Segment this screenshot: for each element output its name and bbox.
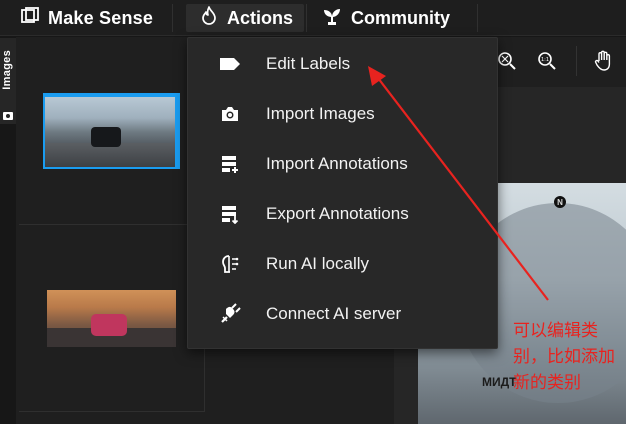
sprout-icon [322,6,342,31]
nav-community-label: Community [351,7,450,28]
divider [477,4,478,32]
nav-actions-label: Actions [227,7,294,28]
menu-item-label: Import Images [266,104,375,123]
menu-item-connect-ai-server[interactable]: Connect AI server [188,289,497,339]
annotation-note: 可以编辑类别，比如添加新的类别 [513,321,615,393]
images-tab-label: Images [1,50,13,90]
import-annotations-icon [218,152,242,176]
thumbnail-image [45,97,175,167]
divider [576,46,577,76]
nav-actions[interactable]: Actions [186,4,304,32]
actions-dropdown-menu: Edit Labels Import Images Import Annotat… [187,37,498,349]
brand-name: Make Sense [48,7,154,28]
hand-icon[interactable] [592,50,614,72]
photo-badge: N [554,196,566,208]
menu-item-import-images[interactable]: Import Images [188,89,497,139]
menu-item-label: Import Annotations [266,154,408,173]
thumbnail-car [91,127,121,147]
image-thumbnail[interactable] [47,290,176,347]
divider [172,4,173,32]
image-thumbnail-selected[interactable] [43,93,180,169]
menu-item-label: Edit Labels [266,54,351,73]
export-annotations-icon [218,202,242,226]
menu-item-label: Run AI locally [266,254,369,273]
tag-icon [218,52,242,76]
zoom-actual-label: 1:1 [541,57,549,63]
zoom-actual-icon[interactable]: 1:1 [536,50,558,72]
zoom-fit-icon[interactable] [496,50,518,72]
camera-icon [2,108,14,126]
plug-icon [218,302,242,326]
menu-item-label: Connect AI server [266,304,402,323]
camera-icon [218,102,242,126]
brand-logo-icon [20,6,40,31]
top-navigation-bar: Make Sense Actions Community [0,0,626,36]
menu-item-export-annotations[interactable]: Export Annotations [188,189,497,239]
brand[interactable]: Make Sense [20,6,153,30]
menu-item-import-annotations[interactable]: Import Annotations [188,139,497,189]
menu-item-run-ai-locally[interactable]: Run AI locally [188,239,497,289]
thumbnail-car [91,314,127,336]
photo-text: МИДТ [482,375,517,389]
menu-item-edit-labels[interactable]: Edit Labels [188,39,497,89]
divider [306,4,307,32]
images-side-tab[interactable]: Images [0,38,16,124]
flame-icon [200,5,218,31]
ai-brain-icon [218,252,242,276]
nav-community[interactable]: Community [308,4,464,32]
menu-item-label: Export Annotations [266,204,409,223]
